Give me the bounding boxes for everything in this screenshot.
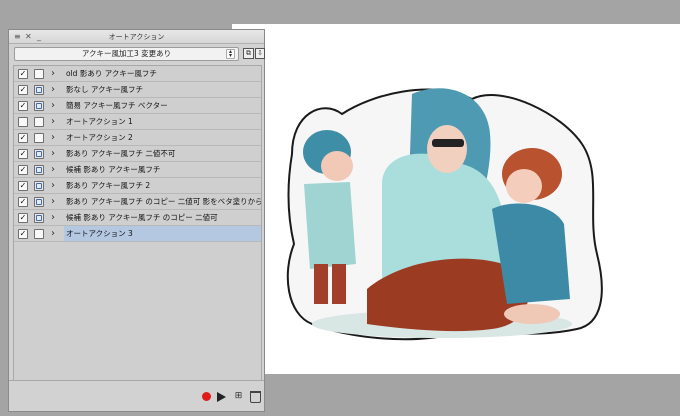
drawing-canvas[interactable]: [232, 24, 680, 374]
chevron-updown-icon: ▴ ▾: [226, 49, 235, 59]
enable-checkbox[interactable]: ✓: [18, 133, 28, 143]
action-row[interactable]: ✓ › 簡易 アクキー風フチ ベクター: [14, 98, 261, 114]
enable-checkbox[interactable]: ✓: [18, 229, 28, 239]
dialog-toggle[interactable]: [34, 181, 44, 191]
action-label: old 影あり アクキー風フチ: [66, 69, 157, 78]
action-label: 影あり アクキー風フチ のコピー 二値可 影をベタ塗りから: [66, 197, 261, 206]
action-row[interactable]: ✓ › old 影あり アクキー風フチ: [14, 66, 261, 82]
chevron-right-icon[interactable]: ›: [51, 147, 55, 161]
chevron-right-icon[interactable]: ›: [51, 163, 55, 177]
action-label: オートアクション 3: [64, 226, 261, 241]
add-action-icon[interactable]: ⊞: [233, 390, 244, 402]
dialog-toggle[interactable]: [34, 213, 44, 223]
enable-checkbox[interactable]: ✓: [18, 149, 28, 159]
chevron-right-icon[interactable]: ›: [51, 227, 55, 241]
action-label: 影あり アクキー風フチ 二値不可: [66, 149, 176, 158]
dialog-toggle[interactable]: [34, 69, 44, 79]
panel-bottom-bar: ⊞: [9, 380, 264, 411]
chevron-right-icon[interactable]: ›: [51, 211, 55, 225]
action-row[interactable]: ✓ › 候補 影あり アクキー風フチ: [14, 162, 261, 178]
action-set-name: アクキー風加工3 変更あり: [81, 49, 172, 58]
chevron-right-icon[interactable]: ›: [51, 83, 55, 97]
dialog-icon: [36, 87, 42, 93]
enable-checkbox[interactable]: ✓: [18, 181, 28, 191]
action-set-row: アクキー風加工3 変更あり ▴ ▾ ⧉ ⇩: [9, 44, 265, 64]
chevron-right-icon[interactable]: ›: [51, 131, 55, 145]
action-label: オートアクション 1: [66, 117, 133, 126]
dialog-toggle[interactable]: [34, 165, 44, 175]
auto-action-panel: ≡ ✕ _ オートアクション アクキー風加工3 変更あり ▴ ▾ ⧉ ⇩ ✓ › ol…: [8, 29, 265, 412]
chevron-right-icon[interactable]: ›: [51, 179, 55, 193]
action-label: 候補 影あり アクキー風フチ: [66, 165, 161, 174]
action-list: ✓ › old 影あり アクキー風フチ ✓ › 影なし アクキー風フチ ✓ › 簡易 アクキー風…: [13, 65, 262, 380]
dialog-toggle[interactable]: [34, 85, 44, 95]
action-row[interactable]: ✓ › 影あり アクキー風フチ 2: [14, 178, 261, 194]
action-label: 簡易 アクキー風フチ ベクター: [66, 101, 168, 110]
dialog-icon: [36, 151, 42, 157]
action-row[interactable]: ✓ › 影あり アクキー風フチ のコピー 二値可 影をベタ塗りから: [14, 194, 261, 210]
action-label: オートアクション 2: [66, 133, 133, 142]
chevron-right-icon[interactable]: ›: [51, 67, 55, 81]
dialog-toggle[interactable]: [34, 197, 44, 207]
trash-icon[interactable]: [250, 391, 261, 403]
play-icon[interactable]: [217, 392, 226, 402]
dialog-icon: [36, 199, 42, 205]
dialog-icon: [36, 183, 42, 189]
action-label: 影なし アクキー風フチ: [66, 85, 144, 94]
dialog-icon: [36, 215, 42, 221]
panel-titlebar[interactable]: ≡ ✕ _ オートアクション: [9, 30, 264, 44]
dialog-toggle[interactable]: [34, 133, 44, 143]
chevron-right-icon[interactable]: ›: [51, 115, 55, 129]
enable-checkbox[interactable]: ✓: [18, 101, 28, 111]
action-row[interactable]: › オートアクション 1: [14, 114, 261, 130]
action-row[interactable]: ✓ › オートアクション 2: [14, 130, 261, 146]
import-icon[interactable]: ⇩: [255, 48, 265, 59]
action-row[interactable]: ✓ › オートアクション 3: [14, 226, 261, 242]
enable-checkbox[interactable]: ✓: [18, 165, 28, 175]
enable-checkbox[interactable]: ✓: [18, 213, 28, 223]
dialog-icon: [36, 167, 42, 173]
enable-checkbox[interactable]: ✓: [18, 85, 28, 95]
dialog-toggle[interactable]: [34, 101, 44, 111]
artwork-illustration: [286, 88, 603, 341]
enable-checkbox[interactable]: [18, 117, 28, 127]
chevron-right-icon[interactable]: ›: [51, 99, 55, 113]
action-label: 影あり アクキー風フチ 2: [66, 181, 151, 190]
enable-checkbox[interactable]: ✓: [18, 197, 28, 207]
panel-title: オートアクション: [108, 33, 165, 41]
enable-checkbox[interactable]: ✓: [18, 69, 28, 79]
action-row[interactable]: ✓ › 影なし アクキー風フチ: [14, 82, 261, 98]
action-row[interactable]: ✓ › 影あり アクキー風フチ 二値不可: [14, 146, 261, 162]
dialog-icon: [36, 103, 42, 109]
new-set-icon[interactable]: ⧉: [243, 48, 254, 59]
record-icon[interactable]: [202, 392, 211, 401]
chevron-right-icon[interactable]: ›: [51, 195, 55, 209]
action-set-select[interactable]: アクキー風加工3 変更あり ▴ ▾: [14, 47, 239, 61]
dialog-toggle[interactable]: [34, 229, 44, 239]
dialog-toggle[interactable]: [34, 149, 44, 159]
action-row[interactable]: ✓ › 候補 影あり アクキー風フチ のコピー 二値可: [14, 210, 261, 226]
dialog-toggle[interactable]: [34, 117, 44, 127]
action-label: 候補 影あり アクキー風フチ のコピー 二値可: [66, 213, 218, 222]
